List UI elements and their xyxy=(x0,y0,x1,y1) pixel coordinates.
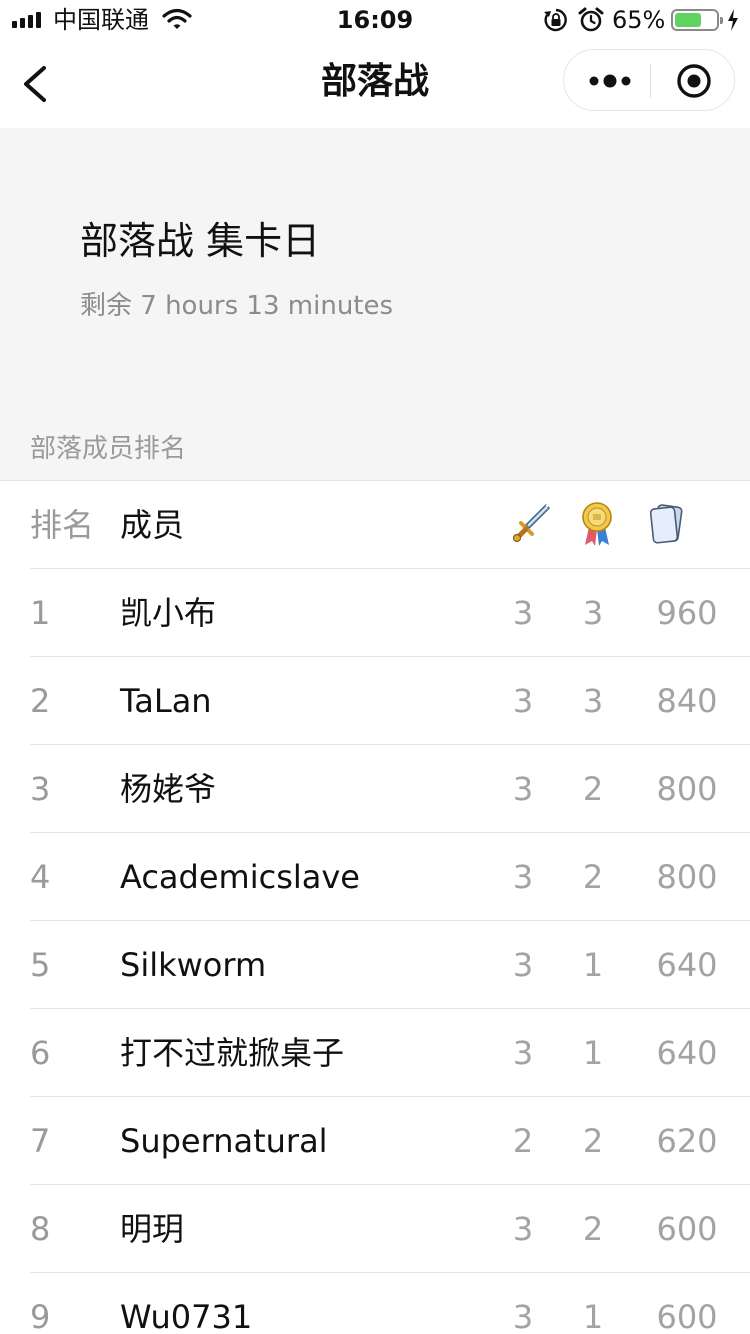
rank-cell: 5 xyxy=(30,946,51,984)
event-header: 部落战 集卡日 剩余 7 hours 13 minutes 部落成员排名 xyxy=(0,128,750,480)
cards-cell: 960 xyxy=(656,594,718,632)
attacks-cell: 3 xyxy=(512,1298,534,1334)
cards-cell: 800 xyxy=(656,770,718,808)
rank-cell: 8 xyxy=(30,1210,51,1248)
attacks-cell: 3 xyxy=(512,682,534,720)
attacks-cell: 3 xyxy=(512,858,534,896)
status-bar: 中国联通 16:09 65% xyxy=(0,0,750,40)
capsule-divider xyxy=(650,64,651,98)
medals-cell: 1 xyxy=(582,1034,604,1072)
table-row[interactable]: 3 杨姥爷 3 2 800 xyxy=(30,745,750,833)
column-header-member: 成员 xyxy=(120,506,185,544)
table-row[interactable]: 5 Silkworm 3 1 640 xyxy=(30,921,750,1009)
member-name-cell: Wu0731 xyxy=(120,1298,253,1334)
battery-percentage: 65% xyxy=(612,6,666,34)
medals-cell: 2 xyxy=(582,1122,604,1160)
member-ranking-table: 排名 成员 1 凯小布 3 3 960 2 TaLan 3 3 840 3 杨姥爷 3 2 800 4 Acad… xyxy=(0,480,750,1334)
rank-cell: 4 xyxy=(30,858,51,896)
card-icon xyxy=(649,504,683,544)
medals-cell: 1 xyxy=(582,1298,604,1334)
member-name-cell: Silkworm xyxy=(120,946,267,984)
table-header-row: 排名 成员 xyxy=(30,481,750,569)
more-icon[interactable] xyxy=(588,70,632,92)
section-label: 部落成员排名 xyxy=(30,434,187,464)
medals-cell: 1 xyxy=(582,946,604,984)
member-name-cell: 凯小布 xyxy=(120,594,217,632)
attacks-cell: 3 xyxy=(512,1210,534,1248)
cards-cell: 600 xyxy=(656,1298,718,1334)
medals-cell: 2 xyxy=(582,858,604,896)
cards-cell: 640 xyxy=(656,946,718,984)
rank-cell: 1 xyxy=(30,594,51,632)
event-title: 部落战 集卡日 xyxy=(80,219,321,263)
rank-cell: 9 xyxy=(30,1298,51,1334)
attacks-cell: 3 xyxy=(512,1034,534,1072)
member-name-cell: 杨姥爷 xyxy=(120,770,217,808)
cards-cell: 620 xyxy=(656,1122,718,1160)
table-row[interactable]: 4 Academicslave 3 2 800 xyxy=(30,833,750,921)
battery-fill xyxy=(675,13,701,27)
charging-icon xyxy=(728,9,738,31)
attacks-cell: 3 xyxy=(512,946,534,984)
table-row[interactable]: 9 Wu0731 3 1 600 xyxy=(30,1273,750,1334)
member-name-cell: Supernatural xyxy=(120,1122,328,1160)
battery-icon xyxy=(671,9,723,31)
rotation-lock-icon xyxy=(544,8,567,32)
cards-cell: 800 xyxy=(656,858,718,896)
rank-cell: 7 xyxy=(30,1122,51,1160)
table-row[interactable]: 1 凯小布 3 3 960 xyxy=(30,569,750,657)
sword-icon xyxy=(512,504,550,543)
cards-cell: 640 xyxy=(656,1034,718,1072)
close-miniprogram-icon[interactable] xyxy=(676,63,712,99)
table-row[interactable]: 6 打不过就掀桌子 3 1 640 xyxy=(30,1009,750,1097)
medals-cell: 2 xyxy=(582,770,604,808)
medal-icon xyxy=(582,502,612,546)
attacks-cell: 3 xyxy=(512,770,534,808)
medals-cell: 3 xyxy=(582,594,604,632)
attacks-cell: 3 xyxy=(512,594,534,632)
rank-cell: 6 xyxy=(30,1034,51,1072)
table-row[interactable]: 8 明玥 3 2 600 xyxy=(30,1185,750,1273)
table-row[interactable]: 7 Supernatural 2 2 620 xyxy=(30,1097,750,1185)
time-remaining: 剩余 7 hours 13 minutes xyxy=(80,291,394,321)
nav-bar: 部落战 xyxy=(0,40,750,128)
cards-cell: 600 xyxy=(656,1210,718,1248)
column-header-rank: 排名 xyxy=(30,506,95,544)
cards-cell: 840 xyxy=(656,682,718,720)
member-name-cell: Academicslave xyxy=(120,858,360,896)
rank-cell: 3 xyxy=(30,770,51,808)
attacks-cell: 2 xyxy=(512,1122,534,1160)
medals-cell: 3 xyxy=(582,682,604,720)
medals-cell: 2 xyxy=(582,1210,604,1248)
rank-cell: 2 xyxy=(30,682,51,720)
member-name-cell: 明玥 xyxy=(120,1210,185,1248)
miniprogram-capsule xyxy=(563,49,735,111)
member-name-cell: TaLan xyxy=(120,682,212,720)
table-row[interactable]: 2 TaLan 3 3 840 xyxy=(30,657,750,745)
alarm-icon xyxy=(578,7,604,32)
member-name-cell: 打不过就掀桌子 xyxy=(120,1034,345,1072)
